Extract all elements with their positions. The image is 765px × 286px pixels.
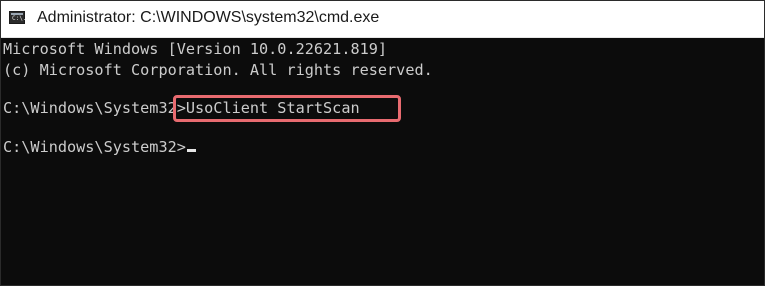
cmd-app-icon[interactable]: C:\. xyxy=(9,11,27,24)
cmd-app-icon-text: C:\. xyxy=(12,15,27,22)
console-line-copyright: (c) Microsoft Corporation. All rights re… xyxy=(3,61,433,79)
prompt-current: C:\Windows\System32> xyxy=(3,138,186,156)
prompt: C:\Windows\System32> xyxy=(3,99,186,117)
window-title: Administrator: C:\WINDOWS\system32\cmd.e… xyxy=(37,9,380,26)
command-highlight-box xyxy=(173,95,401,122)
title-bar[interactable]: C:\. Administrator: C:\WINDOWS\system32\… xyxy=(1,1,764,38)
console-area[interactable]: Microsoft Windows [Version 10.0.22621.81… xyxy=(1,38,764,285)
text-cursor xyxy=(186,149,196,152)
console-line-prompt: C:\Windows\System32> xyxy=(3,136,196,158)
console-line-version: Microsoft Windows [Version 10.0.22621.81… xyxy=(3,40,388,58)
cmd-window: C:\. Administrator: C:\WINDOWS\system32\… xyxy=(0,0,765,286)
